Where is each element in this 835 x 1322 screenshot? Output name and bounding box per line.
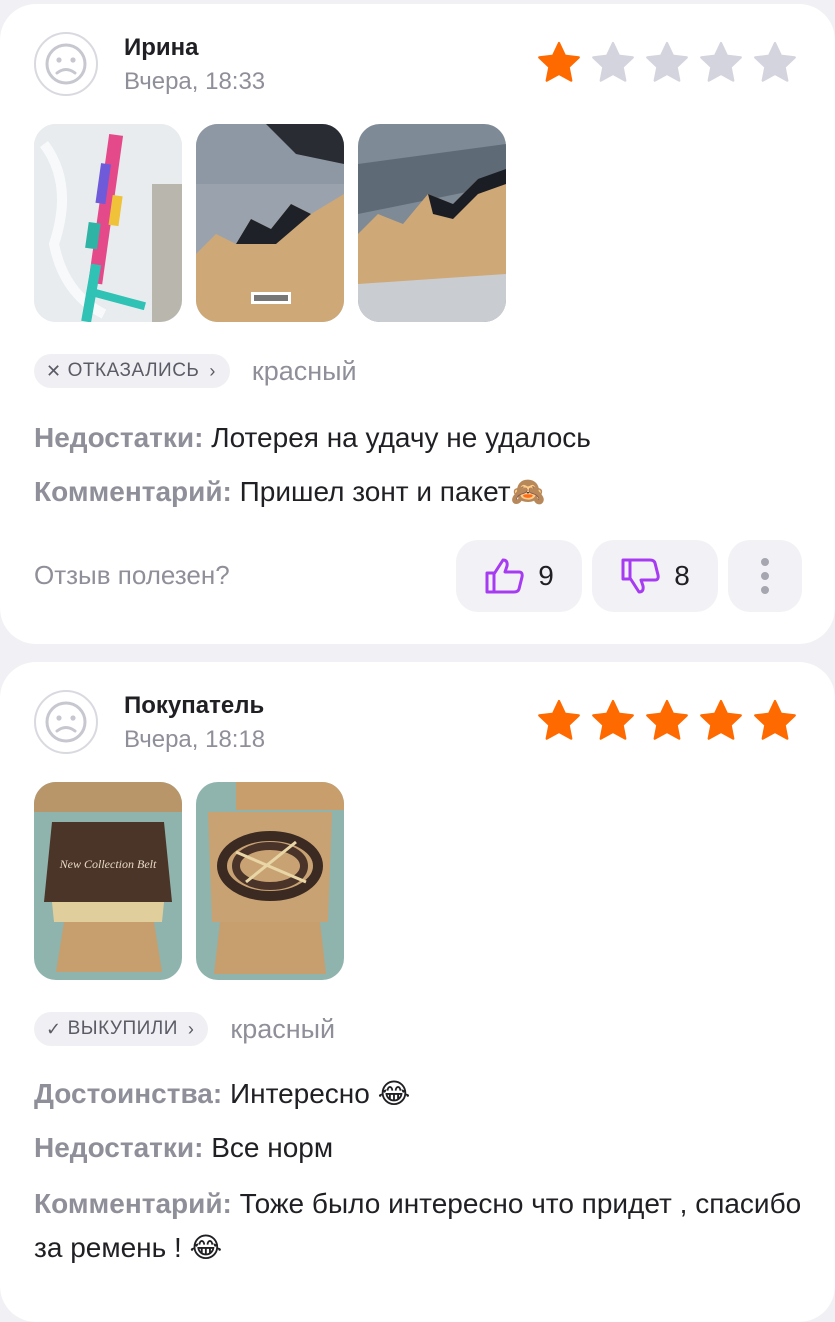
check-icon: ✓	[46, 1018, 62, 1039]
star-icon	[754, 41, 796, 82]
cross-icon: ✕	[46, 360, 62, 381]
more-dot	[761, 572, 769, 580]
review-photo[interactable]	[358, 124, 506, 322]
more-dot	[761, 586, 769, 594]
more-options-button[interactable]	[728, 540, 802, 612]
torn-parcel-box-photo	[196, 124, 344, 322]
helpful-question: Отзыв полезен?	[34, 560, 230, 590]
rating-stars	[536, 40, 798, 86]
rating-stars	[536, 698, 798, 744]
status-label: ВЫКУПИЛИ	[67, 1018, 178, 1039]
field-label: Комментарий:	[34, 1188, 232, 1219]
variant-label: красный	[230, 1013, 336, 1044]
dislike-button[interactable]: 8	[592, 540, 718, 612]
like-count: 9	[538, 560, 554, 591]
dislike-count: 8	[674, 560, 690, 591]
belt-in-box-photo	[196, 782, 344, 980]
field-text: Лотерея на удачу не удалось	[211, 422, 591, 453]
field-label: Недостатки:	[34, 1132, 204, 1163]
review-photo[interactable]	[196, 124, 344, 322]
review-card: Ирина Вчера, 18:33 ✕ ОТКАЗАЛИСЬ › красны…	[0, 4, 835, 644]
star-icon	[538, 41, 580, 82]
avatar	[34, 32, 98, 96]
review-photo[interactable]	[196, 782, 344, 980]
field-text: Пришел зонт и пакет🙈	[239, 476, 546, 507]
star-icon	[754, 699, 796, 740]
review-field: Недостатки: Лотерея на удачу не удалось	[34, 418, 804, 458]
box-print-text: New Collection Belt	[59, 857, 157, 871]
field-label: Достоинства:	[34, 1078, 223, 1109]
review-field: Достоинства: Интересно 😂	[34, 1074, 804, 1114]
chevron-right-icon: ›	[187, 1018, 195, 1039]
review-author: Покупатель	[124, 692, 265, 719]
umbrella-package-photo	[34, 124, 182, 322]
torn-parcel-box-photo-2	[358, 124, 506, 322]
status-chip[interactable]: ✓ ВЫКУПИЛИ ›	[34, 1012, 209, 1046]
review-field: Недостатки: Все норм	[34, 1128, 804, 1168]
review-field: Комментарий: Тоже было интересно что при…	[34, 1182, 804, 1270]
star-icon	[700, 41, 742, 82]
review-date: Вчера, 18:33	[124, 68, 266, 95]
star-icon	[538, 699, 580, 740]
review-field: Комментарий: Пришел зонт и пакет🙈	[34, 472, 804, 512]
review-author: Ирина	[124, 34, 199, 61]
thumbs-down-icon	[621, 558, 660, 594]
field-text: Интересно 😂	[229, 1078, 411, 1109]
star-icon	[646, 699, 688, 740]
like-button[interactable]: 9	[456, 540, 582, 612]
review-date: Вчера, 18:18	[124, 726, 266, 753]
review-photo[interactable]: New Collection Belt	[34, 782, 182, 980]
field-text: Все норм	[211, 1132, 334, 1163]
more-dots-icon	[761, 558, 769, 566]
avatar	[34, 690, 98, 754]
field-label: Комментарий:	[34, 476, 232, 507]
status-row: ✕ ОТКАЗАЛИСЬ › красный	[34, 354, 357, 388]
star-icon	[700, 699, 742, 740]
variant-label: красный	[251, 355, 357, 386]
review-photo[interactable]	[34, 124, 182, 322]
sad-face-icon	[45, 701, 87, 743]
review-card: Покупатель Вчера, 18:18 New Collection B…	[0, 662, 835, 1322]
field-label: Недостатки:	[34, 422, 204, 453]
sad-face-icon	[45, 43, 87, 85]
status-label: ОТКАЗАЛИСЬ	[67, 360, 200, 381]
star-icon	[592, 41, 634, 82]
belt-gift-box-photo: New Collection Belt	[34, 782, 182, 980]
star-icon	[592, 699, 634, 740]
star-icon	[646, 41, 688, 82]
review-photos	[34, 124, 506, 322]
status-row: ✓ ВЫКУПИЛИ › красный	[34, 1012, 335, 1046]
chevron-right-icon: ›	[209, 360, 216, 381]
thumbs-up-icon	[485, 558, 524, 594]
review-photos: New Collection Belt	[34, 782, 344, 980]
status-chip[interactable]: ✕ ОТКАЗАЛИСЬ ›	[34, 354, 230, 388]
